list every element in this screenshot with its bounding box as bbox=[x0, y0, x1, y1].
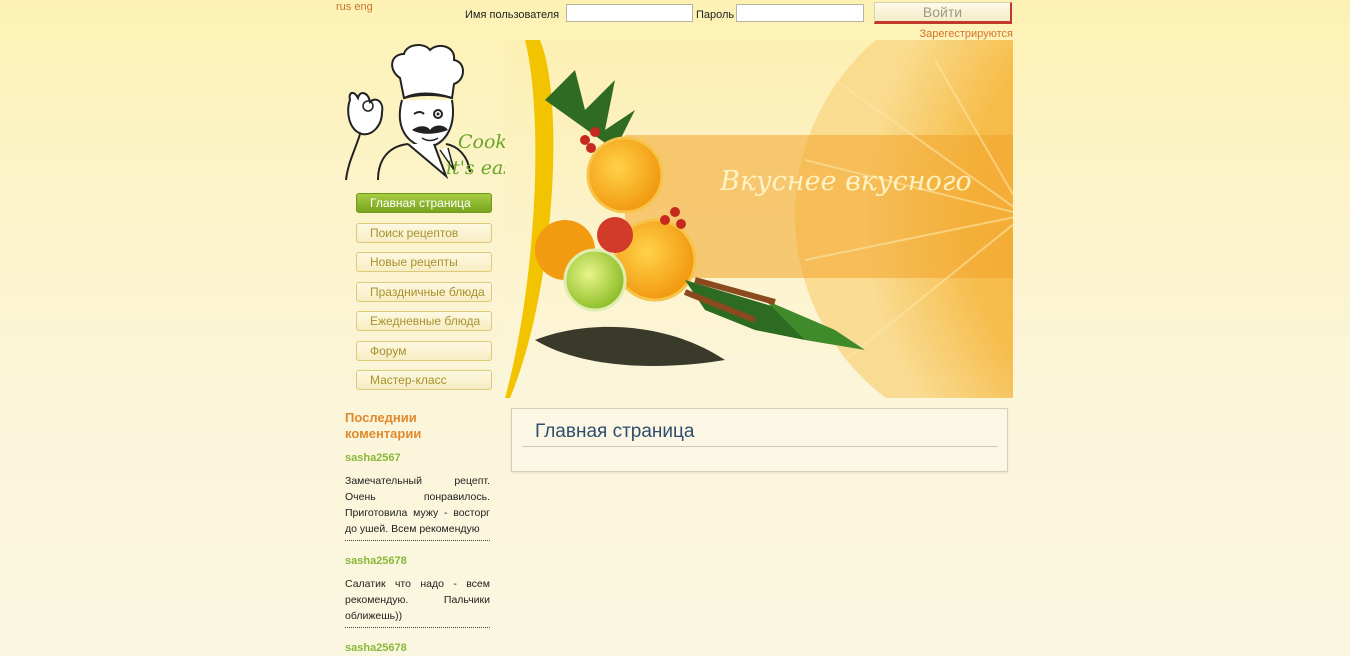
nav-item-forum[interactable]: Форум bbox=[356, 340, 492, 361]
header-banner: Вкуснее вкусного bbox=[505, 40, 1013, 398]
username-input[interactable] bbox=[566, 4, 693, 22]
nav-item-new-recipes[interactable]: Новые рецепты bbox=[356, 252, 492, 272]
latest-comments: Последнии коментарии sasha2567 Замечател… bbox=[345, 410, 490, 656]
login-button[interactable]: Войти bbox=[874, 2, 1012, 24]
comment-author[interactable]: sasha25678 bbox=[345, 642, 490, 654]
password-label: Пароль bbox=[696, 9, 735, 21]
chef-illustration: Cooking it's easy bbox=[345, 44, 537, 181]
comments-title: Последнии коментарии bbox=[345, 410, 422, 441]
fruit-banner-image: Вкуснее вкусного bbox=[505, 40, 1013, 398]
lang-rus-link[interactable]: rus bbox=[336, 1, 351, 13]
nav-item-recipe-search[interactable]: Поиск рецептов bbox=[356, 222, 492, 243]
comment-author[interactable]: sasha25678 bbox=[345, 555, 490, 567]
nav-item-home[interactable]: Главная страница bbox=[356, 193, 492, 213]
username-label: Имя пользователя bbox=[465, 9, 560, 21]
nav-item-master-class[interactable]: Мастер-класс bbox=[356, 370, 492, 390]
nav-item-daily-dishes[interactable]: Ежедневные блюда bbox=[356, 311, 492, 331]
content-panel: Главная страница bbox=[511, 408, 1008, 472]
page-title: Главная страница bbox=[535, 421, 695, 442]
comment-author[interactable]: sasha2567 bbox=[345, 452, 490, 464]
language-switcher: rus eng bbox=[336, 1, 373, 13]
title-divider bbox=[522, 446, 998, 447]
main-navigation: Главная страница Поиск рецептов Новые ре… bbox=[356, 193, 492, 400]
comment-text: Замечательный рецепт. Очень понравилось.… bbox=[345, 473, 490, 541]
register-link[interactable]: Зарегестрируются bbox=[919, 28, 1013, 40]
comment-text: Салатик что надо - всем рекомендую. Паль… bbox=[345, 576, 490, 628]
lang-eng-link[interactable]: eng bbox=[354, 1, 372, 13]
site-logo[interactable]: Cooking it's easy bbox=[338, 40, 537, 185]
nav-item-holiday-dishes[interactable]: Праздничные блюда bbox=[356, 281, 492, 302]
svg-text:Вкуснее вкусного: Вкуснее вкусного bbox=[719, 166, 972, 197]
password-input[interactable] bbox=[736, 4, 864, 22]
